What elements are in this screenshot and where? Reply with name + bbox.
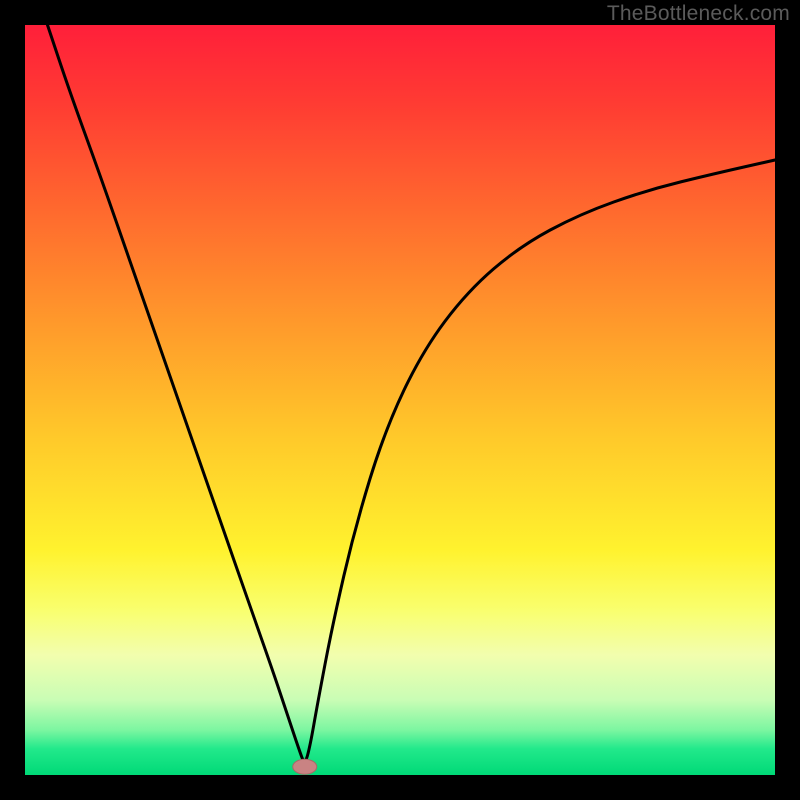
watermark-label: TheBottleneck.com	[607, 2, 790, 26]
optimal-point-marker	[293, 759, 317, 774]
bottleneck-chart	[0, 0, 800, 800]
chart-container: TheBottleneck.com	[0, 0, 800, 800]
